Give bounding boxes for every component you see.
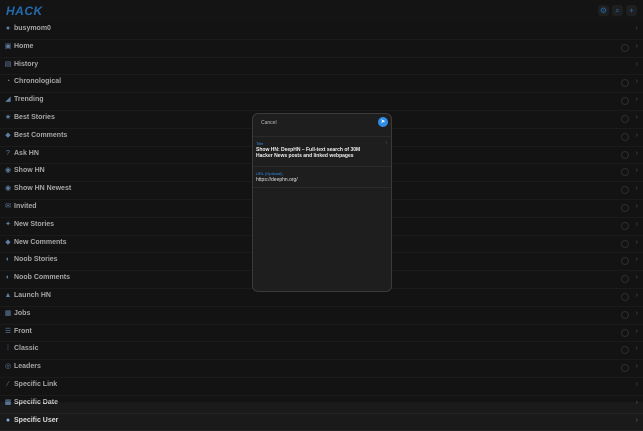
chevron-right-icon: › (635, 416, 638, 424)
title-label: Title (256, 141, 264, 146)
send-icon[interactable]: ➤ (378, 117, 388, 127)
url-field[interactable]: URL (Optional) https://deephn.org/ (253, 166, 391, 188)
user-search-icon: ● (5, 416, 11, 424)
sidebar-item-specific-user[interactable]: ● Specific User › (0, 414, 643, 431)
sidebar-item-label: Specific User (14, 416, 59, 424)
url-input[interactable]: https://deephn.org/ (256, 177, 374, 183)
url-label: URL (Optional) (256, 171, 283, 176)
title-input[interactable]: Show HN: DeepHN – Full-text search of 30… (256, 147, 374, 159)
chevron-right-icon: › (385, 140, 387, 146)
submit-modal: Cancel ➤ Title Show HN: DeepHN – Full-te… (252, 113, 392, 292)
title-field[interactable]: Title Show HN: DeepHN – Full-text search… (253, 136, 391, 163)
cancel-button[interactable]: Cancel (261, 120, 277, 126)
